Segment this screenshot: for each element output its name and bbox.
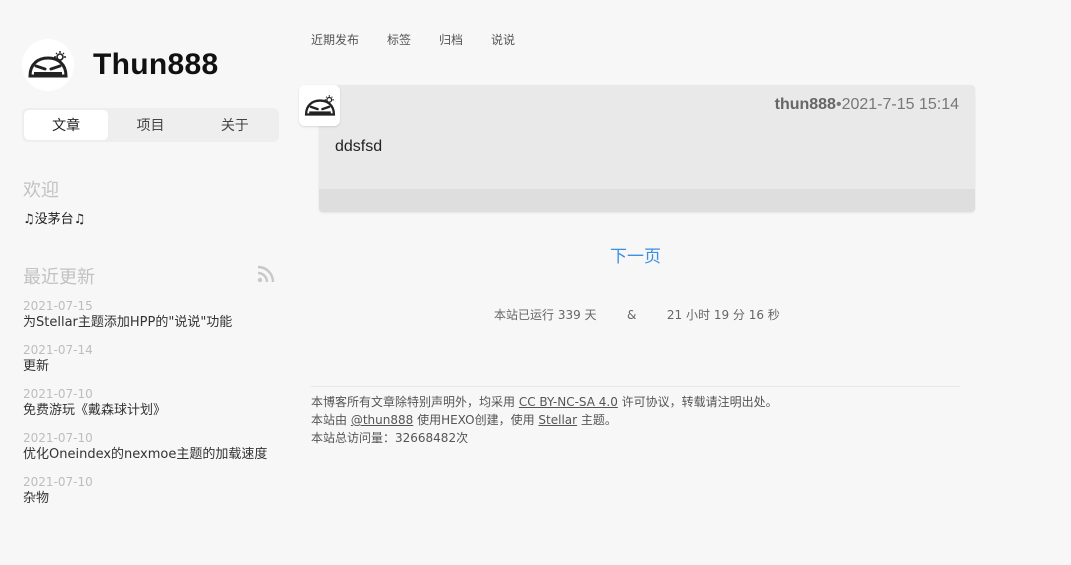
avatar[interactable] bbox=[22, 39, 74, 91]
footer-credit-line: 本站由 @thun888 使用HEXO创建，使用 Stellar 主题。 bbox=[311, 411, 778, 429]
ghost-logo-icon bbox=[304, 94, 335, 116]
nav-archive[interactable]: 归档 bbox=[439, 31, 463, 48]
recent-date: 2021-07-10 bbox=[23, 431, 93, 445]
license-link[interactable]: CC BY-NC-SA 4.0 bbox=[519, 395, 618, 409]
nav-talk[interactable]: 说说 bbox=[491, 31, 515, 48]
recent-date: 2021-07-10 bbox=[23, 475, 93, 489]
tab-about[interactable]: 关于 bbox=[193, 110, 277, 140]
talk-meta: thun888•2021-7-15 15:14 bbox=[775, 96, 959, 114]
ghost-logo-icon bbox=[28, 51, 68, 78]
list-item[interactable]: 2021-07-10 优化Oneindex的nexmoe主题的加载速度 bbox=[23, 431, 283, 475]
site-runtime: 本站已运行 339 天 & 21 小时 19 分 16 秒 bbox=[494, 308, 780, 322]
site-title[interactable]: Thun888 bbox=[93, 48, 218, 82]
nav-recent[interactable]: 近期发布 bbox=[311, 31, 359, 48]
list-item[interactable]: 2021-07-10 杂物 bbox=[23, 475, 283, 519]
list-item[interactable]: 2021-07-10 免费游玩《戴森球计划》 bbox=[23, 387, 283, 431]
list-item[interactable]: 2021-07-14 更新 bbox=[23, 343, 283, 387]
recent-date: 2021-07-10 bbox=[23, 387, 93, 401]
recent-title[interactable]: 免费游玩《戴森球计划》 bbox=[23, 401, 283, 421]
welcome-text: ♫没茅台♫ bbox=[23, 212, 86, 227]
talk-time: 2021-7-15 15:14 bbox=[841, 96, 959, 113]
talk-avatar[interactable] bbox=[299, 85, 340, 126]
talk-author[interactable]: thun888 bbox=[775, 96, 836, 113]
recent-title[interactable]: 杂物 bbox=[23, 489, 283, 509]
footer-text: 本站由 bbox=[311, 413, 351, 427]
next-page-link[interactable]: 下一页 bbox=[610, 242, 661, 267]
tab-articles[interactable]: 文章 bbox=[24, 110, 109, 140]
site-footer: 本博客所有文章除特别声明外，均采用 CC BY-NC-SA 4.0 许可协议，转… bbox=[311, 393, 778, 447]
list-item[interactable]: 2021-07-15 为Stellar主题添加HPP的"说说"功能 bbox=[23, 299, 283, 343]
recent-list: 2021-07-15 为Stellar主题添加HPP的"说说"功能 2021-0… bbox=[23, 299, 283, 519]
footer-text: 主题。 bbox=[577, 413, 617, 427]
tab-projects[interactable]: 项目 bbox=[108, 110, 192, 140]
footer-divider bbox=[311, 386, 960, 387]
recent-title[interactable]: 为Stellar主题添加HPP的"说说"功能 bbox=[23, 313, 283, 333]
talk-content: ddsfsd bbox=[335, 138, 383, 155]
welcome-title: 欢迎 bbox=[23, 180, 59, 201]
nav-tags[interactable]: 标签 bbox=[387, 31, 411, 48]
brand[interactable]: Thun888 bbox=[22, 39, 218, 91]
recent-updates-title: 最近更新 bbox=[23, 267, 95, 288]
footer-text: 许可协议，转载请注明出处。 bbox=[617, 395, 778, 409]
recent-date: 2021-07-15 bbox=[23, 299, 93, 313]
recent-title[interactable]: 更新 bbox=[23, 357, 283, 377]
rss-icon[interactable] bbox=[257, 265, 275, 283]
recent-title[interactable]: 优化Oneindex的nexmoe主题的加载速度 bbox=[23, 445, 283, 465]
author-link[interactable]: @thun888 bbox=[351, 413, 413, 427]
talk-card: thun888•2021-7-15 15:14 ddsfsd bbox=[319, 85, 975, 212]
footer-text: 本博客所有文章除特别声明外，均采用 bbox=[311, 395, 519, 409]
sidebar-tabs: 文章 项目 关于 bbox=[22, 108, 279, 142]
sidebar: Thun888 文章 项目 关于 欢迎 ♫没茅台♫ 最近更新 2021-07-1… bbox=[0, 0, 300, 565]
footer-license-line: 本博客所有文章除特别声明外，均采用 CC BY-NC-SA 4.0 许可协议，转… bbox=[311, 393, 778, 411]
footer-visits-line: 本站总访问量：32668482次 bbox=[311, 431, 469, 445]
theme-link[interactable]: Stellar bbox=[538, 413, 577, 427]
recent-date: 2021-07-14 bbox=[23, 343, 93, 357]
footer-text: 使用HEXO创建，使用 bbox=[413, 413, 539, 427]
talk-footer bbox=[319, 189, 975, 212]
top-nav: 近期发布 标签 归档 说说 bbox=[311, 31, 543, 48]
